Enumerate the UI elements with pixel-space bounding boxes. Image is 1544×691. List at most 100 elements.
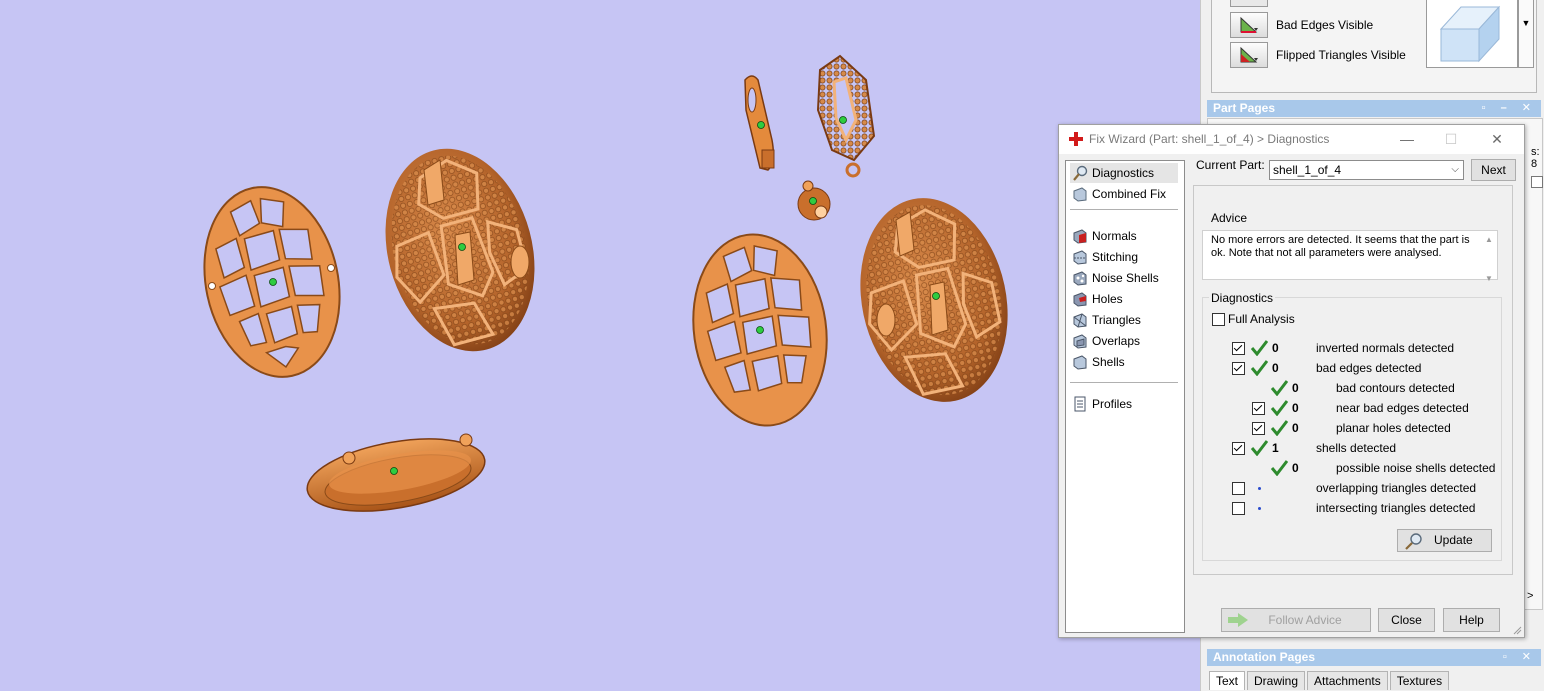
scroll-right-icon[interactable]: > [1527, 590, 1533, 602]
nav-label-shells: Shells [1092, 355, 1125, 369]
partial-button[interactable] [1230, 0, 1268, 7]
nav-label-combined-fix: Combined Fix [1092, 187, 1167, 201]
view-cube-dropdown[interactable]: ▼ [1518, 0, 1534, 68]
diagnostic-label: shells detected [1316, 441, 1397, 455]
advice-scrollbar[interactable]: ▲ ▼ [1483, 233, 1495, 283]
part-pages-box[interactable] [1531, 176, 1543, 188]
diagnostic-row[interactable]: intersecting triangles detected [1232, 500, 1502, 516]
diagnostic-checkbox[interactable] [1252, 422, 1265, 435]
tab-drawing[interactable]: Drawing [1247, 671, 1306, 690]
nav-item-normals[interactable]: Normals [1070, 226, 1178, 246]
nav-item-holes[interactable]: Holes [1070, 289, 1178, 309]
check-ok-icon [1250, 360, 1268, 376]
bad-edges-visible-row[interactable]: Bad Edges Visible [1230, 12, 1373, 38]
check-ok-icon [1250, 340, 1268, 356]
diagnostic-label: planar holes detected [1336, 421, 1451, 435]
part-pages-controls[interactable]: ▫ – ✕ [1482, 100, 1537, 117]
flipped-triangles-icon[interactable] [1230, 42, 1268, 68]
combined-fix-icon [1073, 187, 1087, 202]
arrow-right-icon [1228, 613, 1248, 627]
resize-grip-icon[interactable] [1512, 625, 1522, 635]
tab-attachments[interactable]: Attachments [1307, 671, 1388, 690]
annotation-pages-header: Annotation Pages ▫ ✕ [1207, 649, 1541, 666]
nav-divider [1070, 382, 1178, 383]
shell-part-left[interactable] [364, 132, 556, 368]
full-analysis-label: Full Analysis [1228, 312, 1295, 326]
annotation-pages-controls[interactable]: ▫ ✕ [1503, 649, 1537, 666]
nav-item-stitching[interactable]: Stitching [1070, 247, 1178, 267]
nav-label-stitching: Stitching [1092, 250, 1139, 264]
overlaps-icon [1073, 334, 1087, 349]
tab-text[interactable]: Text [1209, 671, 1246, 690]
cage-part-right[interactable] [681, 226, 838, 435]
diagnostic-label: near bad edges detected [1336, 401, 1469, 415]
diagnostic-checkbox[interactable] [1232, 482, 1245, 495]
follow-advice-button[interactable]: Follow Advice [1221, 608, 1371, 632]
cage-part-left[interactable] [187, 174, 356, 389]
hook-part[interactable] [744, 75, 775, 171]
nav-item-diagnostics[interactable]: Diagnostics [1070, 163, 1178, 183]
tab-textures[interactable]: Textures [1389, 671, 1450, 690]
bad-edges-icon[interactable] [1230, 12, 1268, 38]
diagnostic-checkbox[interactable] [1232, 342, 1245, 355]
holes-icon [1073, 292, 1087, 307]
chevron-down-icon: ⌵ [1451, 164, 1459, 175]
follow-advice-label: Follow Advice [1268, 613, 1342, 627]
nav-item-triangles[interactable]: Triangles [1070, 310, 1178, 330]
diagnostic-count: 0 [1292, 421, 1299, 435]
dialog-title-bar[interactable]: Fix Wizard (Part: shell_1_of_4) > Diagno… [1059, 125, 1524, 154]
nav-item-combined-fix[interactable]: Combined Fix [1070, 184, 1178, 204]
diagnostic-count: 0 [1272, 361, 1279, 375]
shell-part-right[interactable] [842, 184, 1026, 415]
diagnostic-label: bad edges detected [1316, 361, 1422, 375]
diagnostic-row[interactable]: overlapping triangles detected [1232, 480, 1502, 496]
nav-label-noise-shells: Noise Shells [1092, 271, 1159, 285]
ring-band-part[interactable] [302, 427, 491, 523]
nav-item-overlaps[interactable]: Overlaps [1070, 331, 1178, 351]
diagnostic-row: 0 possible noise shells detected [1232, 460, 1502, 476]
fix-wizard-logo-icon [1069, 132, 1083, 146]
diagnostic-row[interactable]: 0 inverted normals detected [1232, 340, 1502, 356]
next-button[interactable]: Next [1471, 159, 1516, 181]
diagnostic-checkbox[interactable] [1252, 402, 1265, 415]
part-pages-count: s: 8 [1531, 146, 1540, 170]
advice-title: Advice [1209, 211, 1250, 225]
nav-item-noise-shells[interactable]: Noise Shells [1070, 268, 1178, 288]
dialog-title: Fix Wizard (Part: shell_1_of_4) > Diagno… [1089, 132, 1330, 146]
check-ok-icon [1270, 380, 1288, 396]
close-button[interactable]: Close [1378, 608, 1435, 632]
advice-text: No more errors are detected. It seems th… [1211, 234, 1470, 259]
diagnostic-row[interactable]: 1 shells detected [1232, 440, 1502, 456]
view-cube[interactable] [1426, 0, 1518, 68]
diagnostic-count: 0 [1292, 461, 1299, 475]
check-ok-icon [1270, 400, 1288, 416]
diagnostic-row[interactable]: 0 near bad edges detected [1232, 400, 1502, 416]
current-part-select[interactable]: shell_1_of_4 ⌵ [1269, 160, 1464, 180]
update-button[interactable]: Update [1397, 529, 1492, 552]
check-ok-icon [1270, 460, 1288, 476]
close-icon[interactable]: ✕ [1487, 129, 1507, 149]
diagnostic-checkbox[interactable] [1232, 502, 1245, 515]
nav-label-normals: Normals [1092, 229, 1137, 243]
check-ok-icon [1250, 440, 1268, 456]
current-part-label: Current Part: [1196, 158, 1265, 172]
full-analysis-checkbox[interactable] [1212, 313, 1225, 326]
3d-viewport[interactable] [0, 0, 1200, 691]
wizard-nav: Diagnostics Combined Fix Normals Stitchi… [1065, 160, 1185, 633]
diagnostic-label: intersecting triangles detected [1316, 501, 1476, 515]
diagnostic-checkbox[interactable] [1232, 442, 1245, 455]
part-pages-header: Part Pages ▫ – ✕ [1207, 100, 1541, 117]
head-part[interactable] [797, 180, 831, 221]
minimize-icon[interactable]: — [1397, 129, 1417, 149]
diagnostic-row[interactable]: 0 planar holes detected [1232, 420, 1502, 436]
flipped-triangles-visible-row[interactable]: Flipped Triangles Visible [1230, 42, 1406, 68]
help-button[interactable]: Help [1443, 608, 1500, 632]
diagnostic-checkbox[interactable] [1232, 362, 1245, 375]
nav-item-shells[interactable]: Shells [1070, 352, 1178, 372]
full-analysis-row[interactable]: Full Analysis [1212, 311, 1332, 327]
pendant-part[interactable] [816, 54, 876, 178]
diagnostic-row[interactable]: 0 bad edges detected [1232, 360, 1502, 376]
maximize-icon[interactable]: ☐ [1441, 129, 1461, 149]
nav-item-profiles[interactable]: Profiles [1070, 394, 1178, 414]
flipped-triangles-visible-label: Flipped Triangles Visible [1276, 48, 1406, 62]
